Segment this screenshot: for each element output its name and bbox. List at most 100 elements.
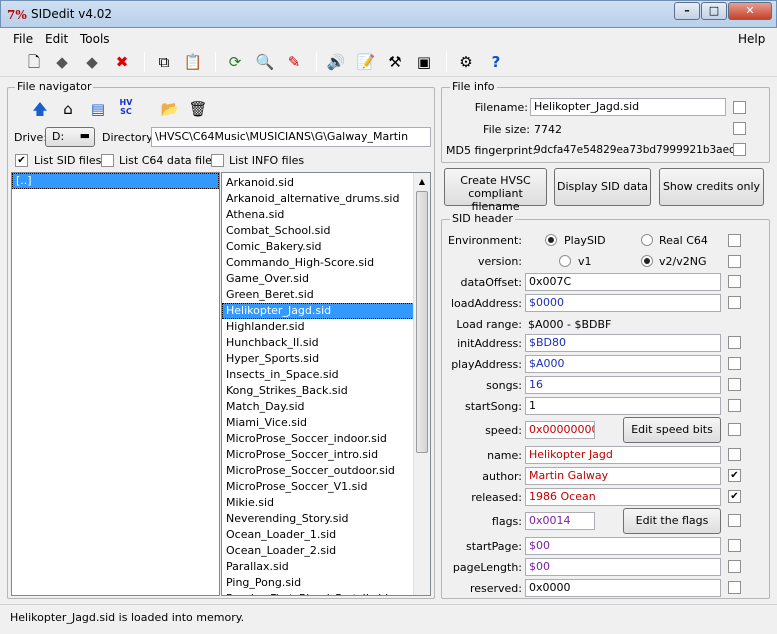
up-arrow-icon[interactable]: 🡅 [28,98,52,120]
paste-icon[interactable]: 📋 [181,51,205,73]
hvsc-icon[interactable]: HV SC [118,98,134,120]
list-item[interactable]: Helikopter_Jagd.sid [222,303,414,319]
list-item[interactable]: Game_Over.sid [222,271,414,287]
refresh-icon[interactable]: ⟳ [223,51,247,73]
playaddress-field[interactable]: $A000 [525,355,721,373]
trash-icon[interactable]: 🗑 [186,98,210,120]
edit-speed-bits-button[interactable]: Edit speed bits [623,417,721,443]
list-item[interactable]: [..] [12,173,219,189]
released-field[interactable]: 1986 Ocean [525,488,721,506]
environment-checkbox[interactable] [728,234,741,247]
author-field[interactable]: Martin Galway [525,467,721,485]
menu-tools[interactable]: Tools [80,32,110,46]
edit-note-icon[interactable]: 📝 [354,51,378,73]
copy-icon[interactable]: ⧉ [152,51,176,73]
maximize-button[interactable]: □ [701,2,727,20]
md5-checkbox[interactable] [733,143,746,156]
ver-v2-radio[interactable] [641,255,653,267]
list-item[interactable]: Highlander.sid [222,319,414,335]
playaddress-checkbox[interactable] [728,357,741,370]
startsong-checkbox[interactable] [728,399,741,412]
file-list[interactable]: Arkanoid.sid Arkanoid_alternative_drums.s… [221,172,431,596]
initaddress-field[interactable]: $BD80 [525,334,721,352]
startsong-field[interactable]: 1 [525,397,721,415]
filename-field[interactable]: Helikopter_Jagd.sid [530,98,726,116]
songs-checkbox[interactable] [728,378,741,391]
scrollbar[interactable]: ▲ [413,173,430,595]
search-icon[interactable]: 🔍 [253,51,277,73]
delete-icon[interactable]: ✖ [110,51,134,73]
initaddress-checkbox[interactable] [728,336,741,349]
dataoffset-checkbox[interactable] [728,275,741,288]
help-icon[interactable]: ? [484,51,508,73]
list-item[interactable]: Rambo_First_Blood_Part_II.sid [222,591,414,595]
directory-field[interactable]: \HVSC\C64Music\MUSICIANS\G\Galway_Martin [151,127,431,147]
filename-checkbox[interactable] [733,101,746,114]
list-item[interactable]: Arkanoid.sid [222,175,414,191]
env-realc64-radio[interactable] [641,234,653,246]
name-field[interactable]: Helikopter Jagd [525,446,721,464]
scrollbar-thumb[interactable] [416,191,428,453]
list-item[interactable]: Kong_Strikes_Back.sid [222,383,414,399]
reserved-checkbox[interactable] [728,581,741,594]
pen-icon[interactable]: ✎ [282,51,306,73]
menu-file[interactable]: File [13,32,33,46]
list-sid-checkbox[interactable]: ✔ [15,154,28,167]
list-item[interactable]: Ocean_Loader_1.sid [222,527,414,543]
name-checkbox[interactable] [728,448,741,461]
settings-icon[interactable]: ⚙ [454,51,478,73]
pagelength-checkbox[interactable] [728,560,741,573]
list-item[interactable]: Green_Beret.sid [222,287,414,303]
monitor-icon[interactable]: ▣ [412,51,436,73]
magic-icon[interactable]: ⚒ [383,51,407,73]
new-file-icon[interactable]: 🗋 [22,51,46,73]
author-checkbox[interactable]: ✔ [728,469,741,482]
list-item[interactable]: Arkanoid_alternative_drums.sid [222,191,414,207]
version-checkbox[interactable] [728,255,741,268]
menu-help[interactable]: Help [738,32,765,46]
create-hvsc-filename-button[interactable]: Create HVSC compliant filename [444,168,547,213]
startpage-checkbox[interactable] [728,539,741,552]
songs-field[interactable]: 16 [525,376,721,394]
eraser-icon[interactable]: ◆ [50,51,74,73]
show-credits-button[interactable]: Show credits only [659,168,764,206]
filesize-checkbox[interactable] [733,122,746,135]
list-info-checkbox[interactable] [211,154,224,167]
edit-flags-button[interactable]: Edit the flags [623,508,721,534]
released-checkbox[interactable]: ✔ [728,490,741,503]
directory-list[interactable]: [..] [11,172,220,596]
list-c64-checkbox[interactable] [101,154,114,167]
loadaddress-field[interactable]: $0000 [525,294,721,312]
list-item[interactable]: Match_Day.sid [222,399,414,415]
loadaddress-checkbox[interactable] [728,296,741,309]
ver-v1-radio[interactable] [559,255,571,267]
flags-checkbox[interactable] [728,514,741,527]
list-item[interactable]: Insects_in_Space.sid [222,367,414,383]
speed-checkbox[interactable] [728,423,741,436]
startpage-field[interactable]: $00 [525,537,721,555]
flags-field[interactable]: 0x0014 [525,512,595,530]
list-item[interactable]: Hyper_Sports.sid [222,351,414,367]
menu-edit[interactable]: Edit [45,32,68,46]
list-item[interactable]: Parallax.sid [222,559,414,575]
list-item[interactable]: Neverending_Story.sid [222,511,414,527]
list-item[interactable]: Combat_School.sid [222,223,414,239]
close-button[interactable]: ✕ [728,2,772,20]
computer-icon[interactable]: ▤ [86,98,110,120]
list-item[interactable]: Miami_Vice.sid [222,415,414,431]
minimize-button[interactable]: – [674,2,700,20]
list-item[interactable]: MicroProse_Soccer_intro.sid [222,447,414,463]
drive-select[interactable]: D: ▬ [45,127,95,147]
speed-field[interactable]: 0x00000000 [525,421,595,439]
new-folder-icon[interactable]: 📂 [158,98,182,120]
eraser-alt-icon[interactable]: ◆ [80,51,104,73]
list-item[interactable]: Mikie.sid [222,495,414,511]
list-item[interactable]: MicroProse_Soccer_outdoor.sid [222,463,414,479]
list-item[interactable]: MicroProse_Soccer_indoor.sid [222,431,414,447]
display-sid-data-button[interactable]: Display SID data [554,168,651,206]
speaker-icon[interactable]: 🔊 [324,51,348,73]
scroll-up-icon[interactable]: ▲ [414,173,430,190]
home-icon[interactable]: ⌂ [56,98,80,120]
pagelength-field[interactable]: $00 [525,558,721,576]
list-item[interactable]: MicroProse_Soccer_V1.sid [222,479,414,495]
